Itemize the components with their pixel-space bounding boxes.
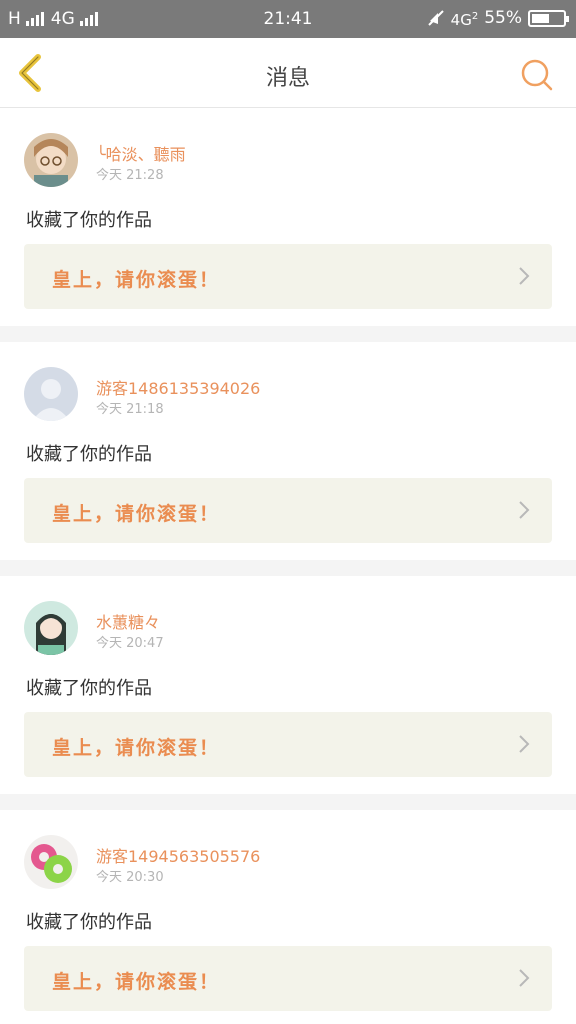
avatar[interactable] [24,835,78,889]
action-text: 收藏了你的作品 [26,678,152,699]
message-time: 今天 20:30 [96,870,164,885]
page-title: 消息 [265,66,310,91]
username[interactable]: 游客1494563505576 [96,843,260,867]
chevron-right-icon [519,267,530,285]
quoted-work[interactable]: 皇上，请你滚蛋！ [24,946,552,1011]
mute-icon [427,10,444,26]
chevron-right-icon [519,501,530,519]
avatar-image [24,601,78,655]
avatar[interactable] [24,367,78,421]
battery-percent: 55% [484,8,522,28]
network-type: 4G2 [450,10,479,29]
message-card: 游客1486135394026 今天 21:18 收藏了你的作品 皇上，请你滚蛋… [0,342,576,560]
action-text: 收藏了你的作品 [26,912,152,933]
avatar-image [24,835,78,889]
quoted-work[interactable]: 皇上，请你滚蛋！ [24,244,552,309]
quoted-work-title: 皇上，请你滚蛋！ [52,737,221,759]
battery-icon [528,9,569,27]
action-text: 收藏了你的作品 [26,444,152,465]
chevron-right-icon [519,735,530,753]
status-bar: H 4G 21:41 4G2 55% [0,0,576,38]
search-icon[interactable] [520,58,554,92]
quoted-work-title: 皇上，请你滚蛋！ [52,971,221,993]
message-time: 今天 21:28 [96,168,164,183]
quoted-work-title: 皇上，请你滚蛋！ [52,269,221,291]
nav-bar: 消息 [0,38,576,108]
username[interactable]: 水蕙糖々 [96,609,160,633]
message-time: 今天 21:18 [96,402,164,417]
message-card: 水蕙糖々 今天 20:47 收藏了你的作品 皇上，请你滚蛋！ [0,576,576,794]
avatar-image [24,133,78,187]
quoted-work-title: 皇上，请你滚蛋！ [52,503,221,525]
avatar[interactable] [24,601,78,655]
username[interactable]: 游客1486135394026 [96,375,260,399]
message-time: 今天 20:47 [96,636,164,651]
battery-fill [532,13,549,23]
default-avatar-icon [24,367,78,421]
message-card: ╰哈淡、聽雨 今天 21:28 收藏了你的作品 皇上，请你滚蛋！ [0,108,576,326]
username[interactable]: ╰哈淡、聽雨 [96,141,186,165]
message-card: 游客1494563505576 今天 20:30 收藏了你的作品 皇上，请你滚蛋… [0,810,576,1024]
quoted-work[interactable]: 皇上，请你滚蛋！ [24,712,552,777]
quoted-work[interactable]: 皇上，请你滚蛋！ [24,478,552,543]
action-text: 收藏了你的作品 [26,210,152,231]
avatar[interactable] [24,133,78,187]
status-right: 4G2 55% [427,8,569,29]
chevron-right-icon [519,969,530,987]
